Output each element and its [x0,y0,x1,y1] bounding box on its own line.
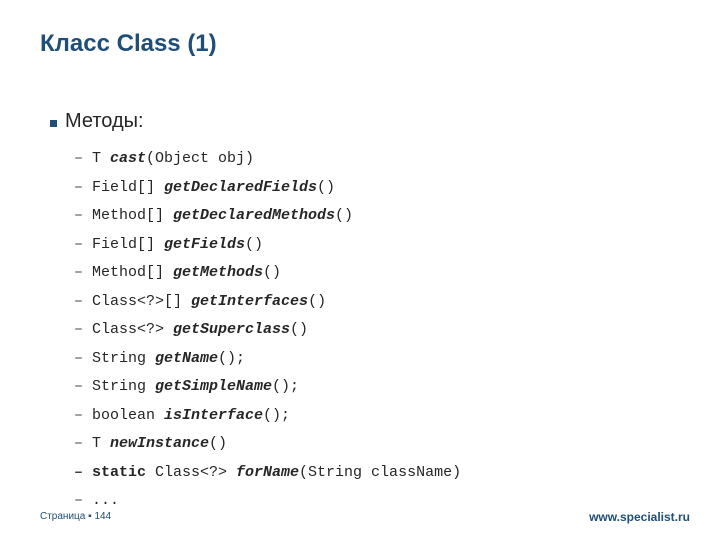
method-name: newInstance [110,435,209,452]
list-dash: – [74,402,92,431]
method-args: () [308,293,326,310]
section-heading: Методы: [50,110,690,133]
method-list: – T cast(Object obj)– Field[] getDeclare… [74,145,690,516]
slide: Класс Class (1) Методы: – T cast(Object … [0,0,720,540]
method-args: (); [218,350,245,367]
method-item: – boolean isInterface(); [74,402,690,431]
method-item: – T newInstance() [74,430,690,459]
slide-title: Класс Class (1) [40,30,217,58]
method-name: getFields [164,236,245,253]
list-dash: – [74,459,92,488]
method-name: cast [110,150,146,167]
list-dash: – [74,430,92,459]
method-item: – Method[] getMethods() [74,259,690,288]
section-label: Методы: [65,110,144,133]
method-name: getDeclaredMethods [173,207,335,224]
return-type: Method[] [92,264,173,281]
return-type: Class<?>[] [92,293,191,310]
list-dash: – [74,231,92,260]
method-item: – Class<?> getSuperclass() [74,316,690,345]
method-args: () [209,435,227,452]
method-item: – Field[] getDeclaredFields() [74,174,690,203]
method-args: (String className) [299,464,461,481]
footer-url: www.specialist.ru [589,510,690,524]
list-dash: – [74,259,92,288]
list-dash: – [74,174,92,203]
method-name: getInterfaces [191,293,308,310]
method-name: forName [236,464,299,481]
footer-page-prefix: Страница ▪ [40,511,94,522]
list-dash: – [74,373,92,402]
method-name: getSuperclass [173,321,290,338]
list-dash: – [74,202,92,231]
method-name: getMethods [173,264,263,281]
return-type: T [92,150,110,167]
method-args: (Object obj) [146,150,254,167]
method-item: – static Class<?> forName(String classNa… [74,459,690,488]
method-name: getSimpleName [155,378,272,395]
return-type: String [92,350,155,367]
list-dash: – [74,288,92,317]
return-type: Class<?> [92,321,173,338]
method-item: – String getSimpleName(); [74,373,690,402]
method-args: () [245,236,263,253]
method-item: – String getName(); [74,345,690,374]
method-name: getDeclaredFields [164,179,317,196]
method-args: () [335,207,353,224]
footer-page: Страница ▪ 144 [40,511,111,522]
return-type: boolean [92,407,164,424]
method-args: () [263,264,281,281]
method-args: () [317,179,335,196]
method-item: – Method[] getDeclaredMethods() [74,202,690,231]
return-type: Method[] [92,207,173,224]
return-type: T [92,435,110,452]
method-args: (); [272,378,299,395]
method-args: () [290,321,308,338]
list-dash: – [74,316,92,345]
method-item: – T cast(Object obj) [74,145,690,174]
return-type: String [92,378,155,395]
ellipsis-text: ... [92,492,119,509]
method-item: – Field[] getFields() [74,231,690,260]
keyword-static: static [92,464,146,481]
method-name: isInterface [164,407,263,424]
list-dash: – [74,145,92,174]
return-type: Field[] [92,236,164,253]
method-args: (); [263,407,290,424]
method-item: – Class<?>[] getInterfaces() [74,288,690,317]
bullet-icon [50,120,57,127]
content-area: Методы: – T cast(Object obj)– Field[] ge… [50,110,690,516]
footer-page-number: 144 [94,511,111,522]
method-name: getName [155,350,218,367]
list-dash: – [74,345,92,374]
return-type: Field[] [92,179,164,196]
return-type: Class<?> [146,464,236,481]
